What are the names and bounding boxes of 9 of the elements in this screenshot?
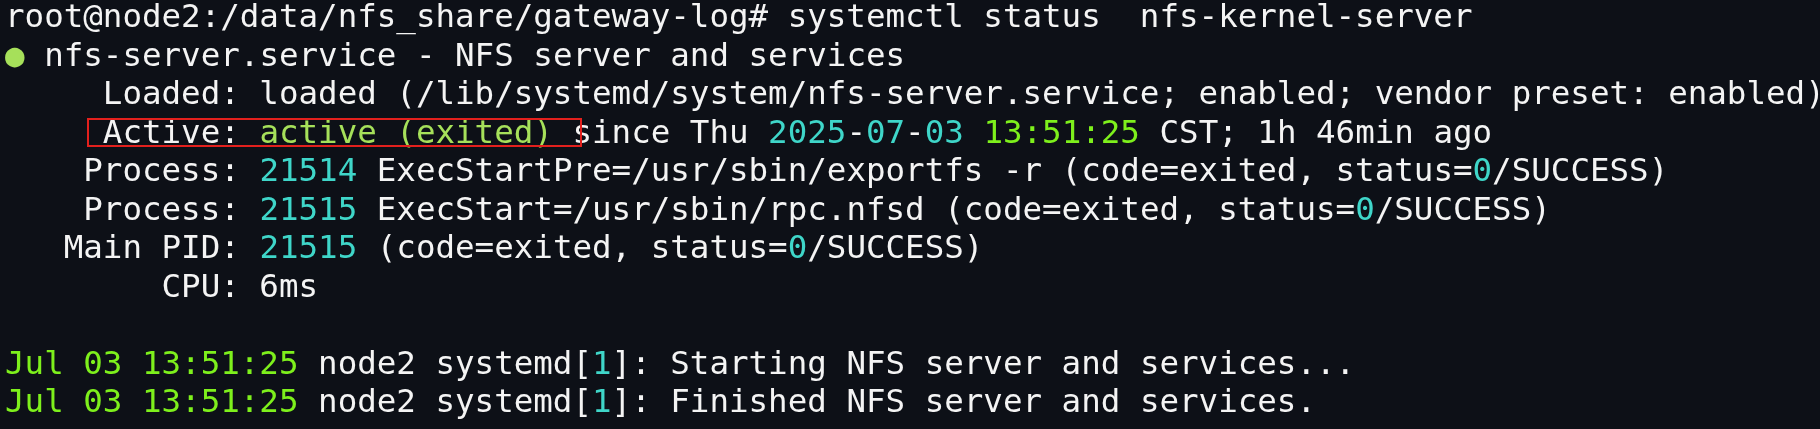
- terminal-line: Jul 03 13:51:25 node2 systemd[1]: Starting NFS server and services...: [5, 343, 1356, 382]
- terminal-line: Process: 21515 ExecStart=/usr/sbin/rpc.nfsd (code=exited, status=0/SUCCESS): [82, 189, 1551, 228]
- terminal-line: Process: 21514 ExecStartPre=/usr/sbin/exportfs -r (code=exited, status=0/SUCCESS): [82, 151, 1669, 189]
- terminal-line: Main PID: 21515 (code=exited, status=0/SUCCESS): [62, 228, 984, 266]
- terminal-line: root@node2:/data/nfs_share/gateway-log# systemctl status nfs-kernel-server: [5, 0, 1473, 35]
- terminal-line: Loaded: loaded (/lib/systemd/system/nfs-server.service; enabled; vendor preset: enabled): [101, 74, 1820, 112]
- terminal-line: CPU: 6ms: [160, 266, 319, 305]
- terminal-line: ● nfs-server.service - NFS server and services: [5, 35, 906, 74]
- terminal-line: Jul 03 13:51:25 node2 systemd[1]: Finished NFS server and services.: [5, 382, 1316, 420]
